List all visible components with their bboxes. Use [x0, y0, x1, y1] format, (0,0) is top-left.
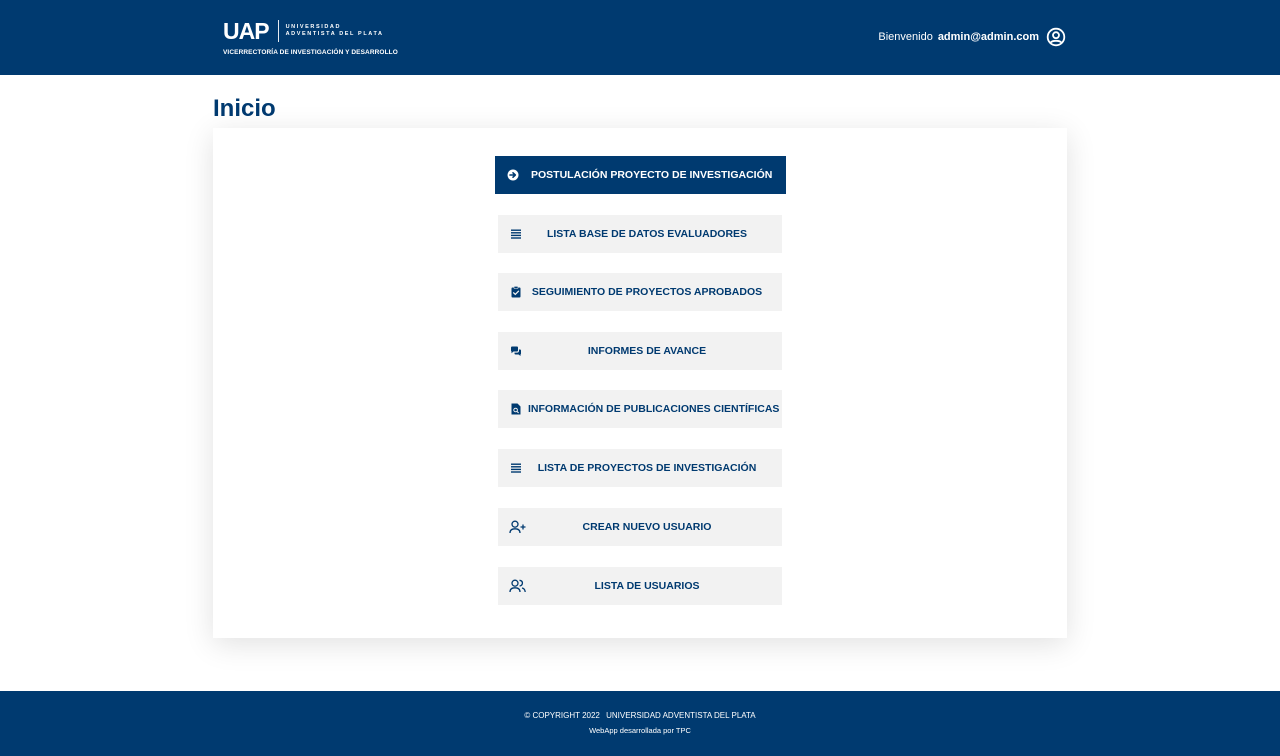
logo-university-name: UNIVERSIDAD ADVENTISTA DEL PLATA — [286, 24, 384, 38]
logo-divider — [277, 20, 279, 42]
clipboard-check-icon — [509, 285, 523, 299]
list-icon — [509, 461, 523, 475]
list-icon — [509, 227, 523, 241]
menu-button-label: INFORMACIÓN DE PUBLICACIONES CIENTÍFICAS — [528, 403, 780, 415]
footer-institution: UNIVERSIDAD ADVENTISTA DEL PLATA — [606, 711, 756, 720]
users-icon — [509, 579, 527, 593]
uap-logo[interactable]: UAP UNIVERSIDAD ADVENTISTA DEL PLATA VIC… — [223, 19, 398, 56]
page-footer: © COPYRIGHT 2022 UNIVERSIDAD ADVENTISTA … — [0, 691, 1280, 756]
welcome-text: Bienvenido — [878, 31, 933, 43]
footer-copyright-line: © COPYRIGHT 2022 UNIVERSIDAD ADVENTISTA … — [0, 711, 1280, 720]
menu-button-crear-usuario[interactable]: CREAR NUEVO USUARIO — [498, 508, 782, 546]
top-header: UAP UNIVERSIDAD ADVENTISTA DEL PLATA VIC… — [0, 0, 1280, 75]
menu-button-publicaciones[interactable]: INFORMACIÓN DE PUBLICACIONES CIENTÍFICAS — [498, 390, 782, 428]
menu-button-seguimiento[interactable]: SEGUIMIENTO DE PROYECTOS APROBADOS — [498, 273, 782, 311]
user-area: Bienvenido admin@admin.com — [878, 27, 1066, 47]
menu-button-label: POSTULACIÓN PROYECTO DE INVESTIGACIÓN — [531, 169, 773, 181]
menu-button-label: LISTA BASE DE DATOS EVALUADORES — [546, 228, 748, 240]
user-account-icon[interactable] — [1046, 27, 1066, 47]
logo-wordmark: UAP — [223, 18, 270, 44]
menu-button-label: LISTA DE PROYECTOS DE INVESTIGACIÓN — [537, 462, 757, 474]
menu-button-informes[interactable]: INFORMES DE AVANCE — [498, 332, 782, 370]
menu-button-label: SEGUIMIENTO DE PROYECTOS APROBADOS — [531, 286, 763, 298]
menu-button-evaluadores[interactable]: LISTA BASE DE DATOS EVALUADORES — [498, 215, 782, 253]
menu-button-proyectos[interactable]: LISTA DE PROYECTOS DE INVESTIGACIÓN — [498, 449, 782, 487]
logo-subtitle: VICERRECTORÍA DE INVESTIGACIÓN Y DESARRO… — [223, 49, 398, 56]
user-email: admin@admin.com — [937, 31, 1039, 43]
menu-button-lista-usuarios[interactable]: LISTA DE USUARIOS — [498, 567, 782, 605]
page-title: Inicio — [213, 95, 276, 122]
menu-button-label: CREAR NUEVO USUARIO — [582, 521, 712, 533]
menu-button-postulacion[interactable]: POSTULACIÓN PROYECTO DE INVESTIGACIÓN — [495, 156, 786, 194]
menu-button-label: LISTA DE USUARIOS — [594, 580, 700, 592]
file-search-icon — [509, 402, 523, 416]
footer-copyright: © COPYRIGHT 2022 — [524, 711, 600, 720]
main-card — [213, 128, 1067, 638]
user-plus-icon — [509, 520, 527, 534]
arrow-circle-right-icon — [506, 168, 520, 182]
menu-button-label: INFORMES DE AVANCE — [587, 345, 707, 357]
footer-developer: WebApp desarrollada por TPC — [589, 726, 691, 735]
logo-university-line2: ADVENTISTA DEL PLATA — [285, 31, 384, 37]
logo-university-line1: UNIVERSIDAD — [285, 24, 342, 30]
comments-icon — [509, 344, 523, 358]
